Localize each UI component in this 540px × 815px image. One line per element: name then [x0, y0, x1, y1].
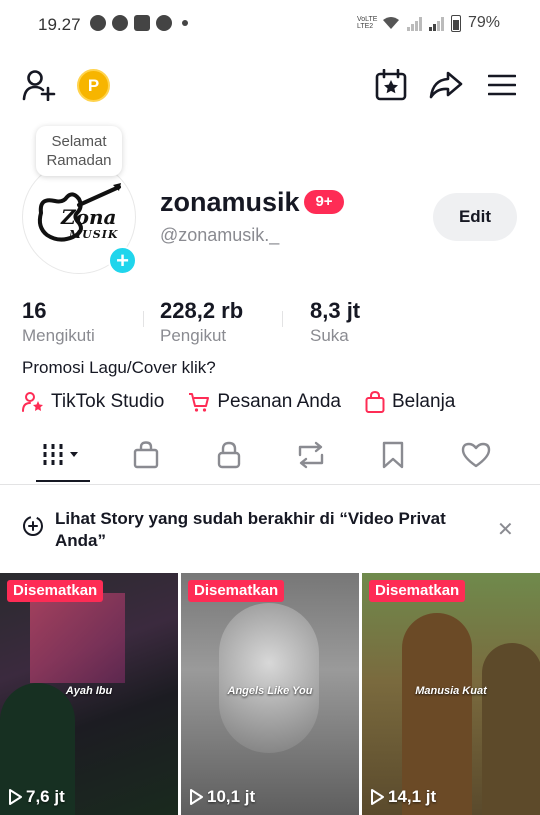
stat-divider — [143, 311, 144, 327]
tab-favorites[interactable] — [348, 428, 438, 482]
tab-private[interactable] — [184, 428, 274, 482]
calendar-star-icon — [375, 69, 407, 101]
stat-likes-count: 8,3 jt — [310, 298, 361, 323]
orders-link[interactable]: Pesanan Anda — [188, 391, 341, 413]
pinned-badge: Disematkan — [7, 580, 104, 602]
notification-badge[interactable]: 9+ — [304, 190, 344, 214]
thumb-image — [219, 603, 319, 753]
coin-button[interactable]: P — [77, 69, 110, 102]
stat-following[interactable]: 16 Mengikuti — [22, 298, 95, 346]
tab-reposts[interactable] — [266, 428, 356, 482]
status-time: 19.27 — [38, 15, 81, 34]
tab-liked[interactable] — [431, 428, 521, 482]
story-banner-text: Lihat Story yang sudah berakhir di “Vide… — [55, 509, 446, 550]
status-bar: 19.27 VoLTE LTE2 79% — [0, 0, 540, 50]
stat-following-count: 16 — [22, 298, 47, 323]
videos-grid-icon — [43, 444, 78, 466]
notification-icons — [90, 15, 188, 31]
app-icon — [112, 15, 128, 31]
tiktok-studio-link[interactable]: TikTok Studio — [22, 391, 164, 413]
hamburger-menu-icon — [488, 74, 516, 96]
coin-icon: P — [87, 75, 100, 95]
volte-icon: VoLTE LTE2 — [356, 16, 378, 30]
bookmark-icon — [382, 441, 404, 469]
video-grid: Disematkan Ayah Ibu 7,6 jt Disematkan An… — [0, 573, 540, 815]
video-thumbnail[interactable]: Disematkan Angels Like You 10,1 jt — [181, 573, 359, 815]
share-arrow-icon — [429, 71, 463, 99]
tab-shop[interactable] — [101, 428, 191, 482]
tiktok-studio-label: TikTok Studio — [51, 391, 165, 412]
repost-icon — [298, 441, 324, 469]
stat-divider — [282, 311, 283, 327]
cart-icon — [189, 393, 210, 412]
wifi-icon — [382, 17, 399, 29]
add-user-icon — [22, 70, 56, 101]
pinned-badge: Disematkan — [188, 580, 285, 602]
play-icon — [371, 789, 384, 805]
share-profile-button[interactable] — [428, 67, 464, 103]
mail-icon — [134, 15, 150, 31]
video-thumbnail[interactable]: Disematkan Ayah Ibu 7,6 jt — [0, 573, 178, 815]
ramadan-greeting-bubble: Selamat Ramadan — [36, 126, 122, 176]
stat-followers-label: Pengikut — [160, 326, 227, 345]
profile-username: zonamusik — [160, 187, 300, 217]
video-thumbnail[interactable]: Disematkan Manusia Kuat 14,1 jt — [362, 573, 540, 815]
view-count: 10,1 jt — [189, 787, 255, 807]
add-friend-button[interactable] — [20, 66, 58, 104]
stat-likes-label: Suka — [310, 326, 349, 345]
system-status: VoLTE LTE2 79% — [357, 14, 500, 32]
view-count-text: 14,1 jt — [388, 787, 437, 806]
shop-bag-icon — [133, 441, 159, 469]
pinned-badge: Disematkan — [369, 580, 466, 602]
tab-videos[interactable] — [18, 428, 108, 482]
add-story-button[interactable]: + — [108, 246, 137, 275]
orders-label: Pesanan Anda — [217, 391, 341, 412]
video-caption: Ayah Ibu — [65, 685, 113, 697]
stat-following-label: Mengikuti — [22, 326, 95, 345]
video-caption: Angels Like You — [227, 685, 313, 697]
avatar-logo-line1: Zona — [61, 205, 117, 229]
more-dot-icon — [182, 20, 188, 26]
active-tab-indicator — [36, 480, 90, 482]
signal-2-icon — [428, 16, 444, 31]
battery-percent: 79% — [467, 14, 500, 31]
menu-button[interactable] — [484, 67, 520, 103]
whatsapp-icon — [90, 15, 106, 31]
story-add-icon — [23, 516, 43, 536]
plus-icon: + — [116, 247, 129, 273]
profile-links: TikTok Studio Pesanan Anda Belanja — [22, 391, 479, 413]
shop-link[interactable]: Belanja — [365, 391, 455, 413]
avatar-logo-line2: MUSIK — [69, 228, 119, 241]
stat-followers-count: 228,2 rb — [160, 298, 244, 323]
close-icon[interactable]: ✕ — [497, 517, 514, 542]
video-caption: Manusia Kuat — [415, 685, 487, 697]
content-tabs — [0, 428, 540, 484]
battery-icon — [450, 14, 461, 32]
view-count-text: 10,1 jt — [207, 787, 256, 806]
view-count: 14,1 jt — [370, 787, 436, 807]
stat-likes[interactable]: 8,3 jt Suka — [310, 298, 360, 346]
stat-followers[interactable]: 228,2 rb Pengikut — [160, 298, 243, 346]
view-count-text: 7,6 jt — [26, 787, 65, 806]
thumb-image — [482, 643, 540, 815]
signal-1-icon — [406, 16, 422, 31]
profile-bio: Promosi Lagu/Cover klik? — [22, 358, 216, 377]
lock-icon — [217, 441, 241, 469]
thumb-image — [402, 613, 472, 815]
profile-handle: @zonamusik._ — [160, 225, 280, 245]
shopping-bag-icon — [365, 391, 385, 413]
tiktok-studio-icon — [22, 392, 43, 412]
heart-icon — [461, 442, 491, 468]
view-count: 7,6 jt — [8, 787, 65, 807]
thumb-image — [30, 593, 125, 683]
shop-label: Belanja — [391, 391, 456, 412]
creator-calendar-button[interactable] — [373, 67, 409, 103]
edit-profile-button[interactable]: Edit — [433, 193, 517, 241]
play-icon — [9, 789, 22, 805]
messenger-icon — [156, 15, 172, 31]
play-icon — [190, 789, 203, 805]
